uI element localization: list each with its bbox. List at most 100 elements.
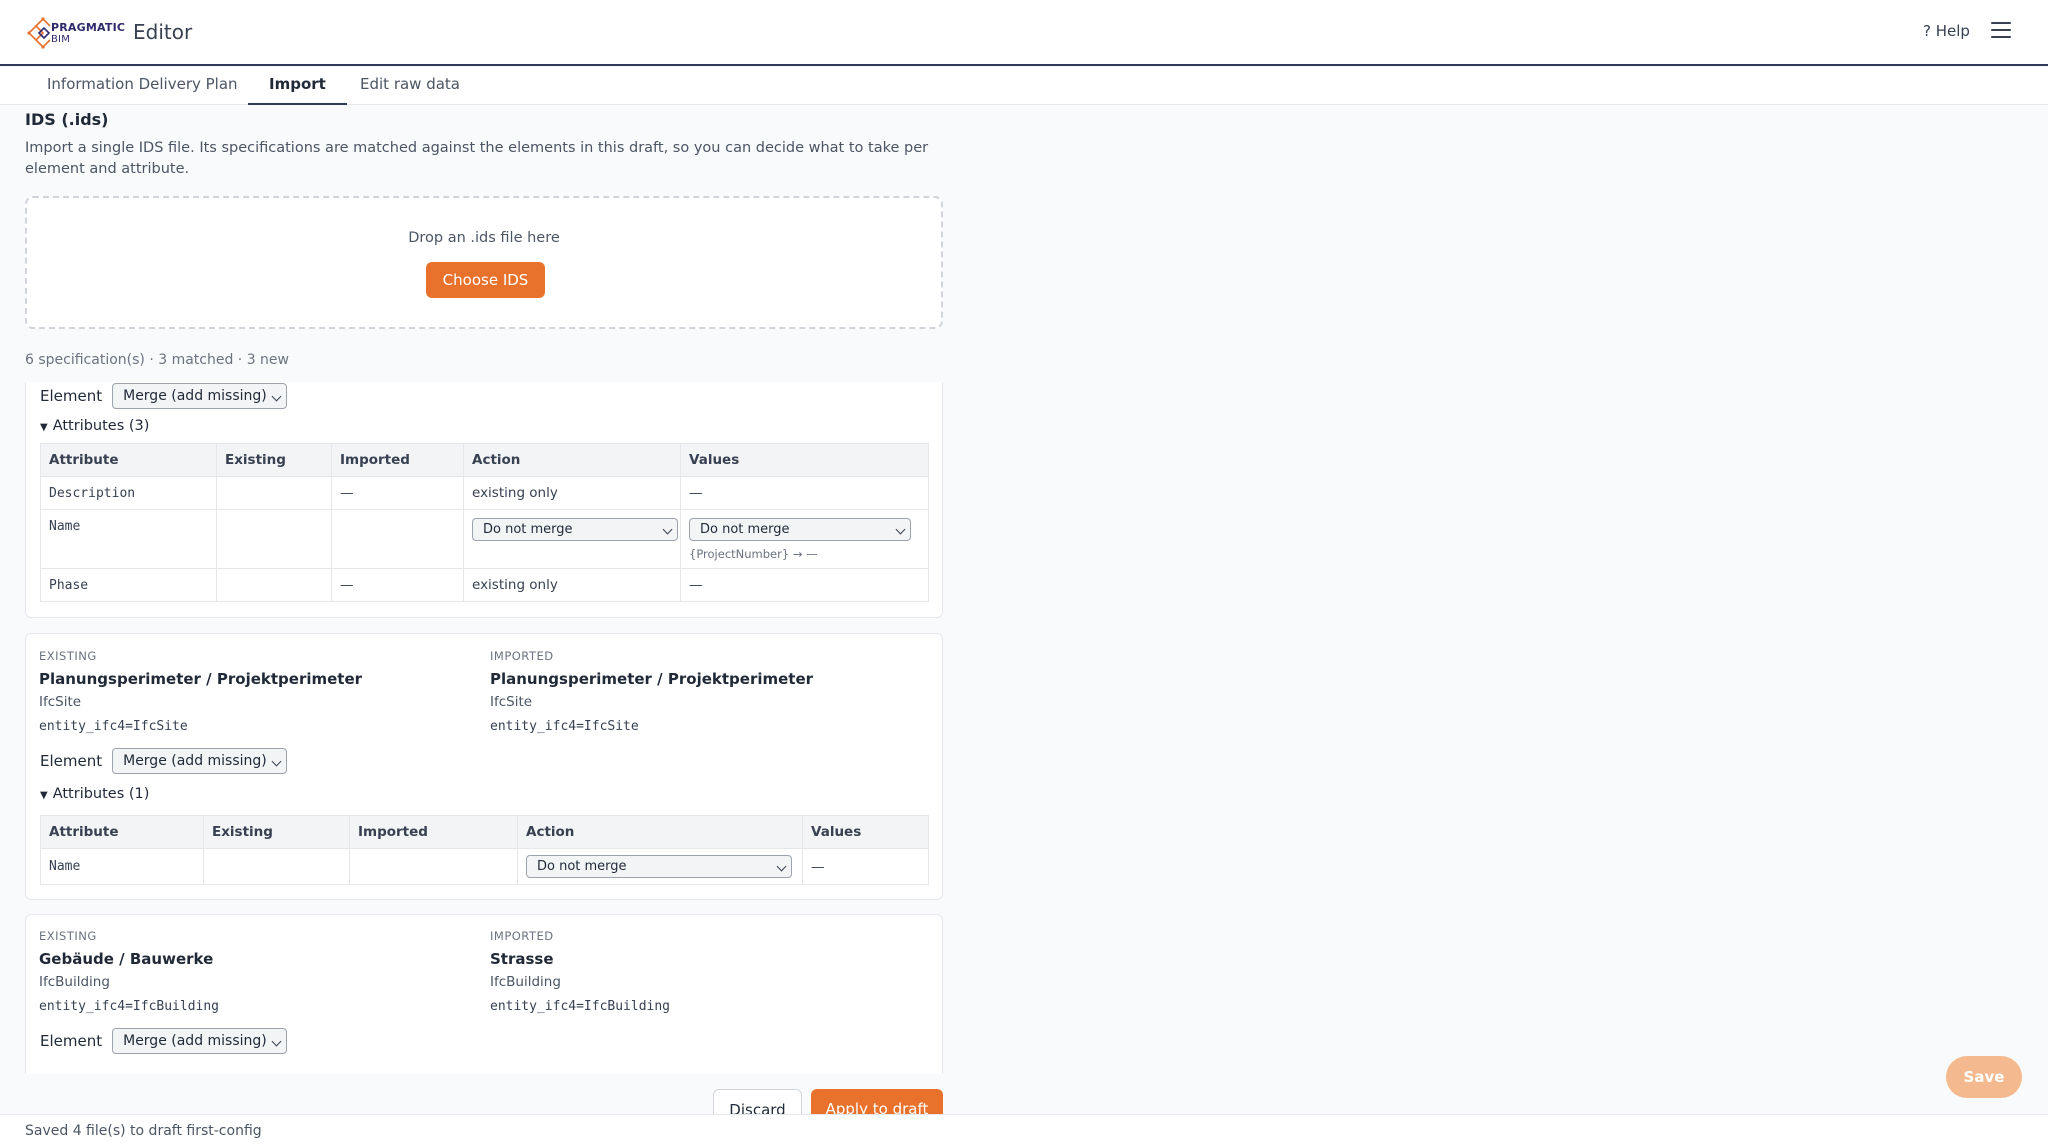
existing-cell [216,509,332,569]
attribute-cell: Phase [40,568,217,602]
imported-name: Planungsperimeter / Projektperimeter [490,670,814,688]
logo-line2: BIM [51,34,71,45]
existing-entity: entity_ifc4=IfcBuilding [39,999,220,1014]
ids-dropzone[interactable]: Drop an .ids file here Choose IDS [25,196,943,329]
choose-ids-button[interactable]: Choose IDS [426,262,545,298]
attribute-action-value: Do not merge [483,522,573,537]
col-attribute: Attribute [40,443,217,477]
specification-card: Element Merge (add missing) ▼ Attributes … [25,382,943,618]
logo-line1: PRAGMATIC [51,21,126,34]
imported-label: IMPORTED [490,929,554,943]
element-action-value: Merge (add missing) [123,1033,267,1049]
tab-import[interactable]: Import [248,67,347,105]
pragmatic-bim-logo[interactable]: PRAGMATIC BIM [25,16,125,50]
action-cell: existing only [463,476,681,510]
values-cell: Do not merge {ProjectNumber} → — [680,509,929,569]
action-cell: Do not merge [517,848,803,885]
existing-name: Gebäude / Bauwerke [39,950,214,968]
specification-card: EXISTING Planungsperimeter / Projektperi… [25,633,943,900]
triangle-down-icon: ▼ [40,790,48,801]
values-cell: — [802,848,929,885]
table-row: Name Do not merge — [40,848,929,885]
table-row: Phase — existing only — [40,568,929,602]
element-action-value: Merge (add missing) [123,388,267,404]
table-header-row: Attribute Existing Imported Action Value… [40,815,929,849]
attributes-toggle-label: Attributes (3) [52,418,150,434]
chevron-down-icon [895,524,906,535]
chevron-down-icon [271,1036,282,1047]
attribute-cell: Name [40,848,204,885]
logo-text: PRAGMATIC BIM [51,22,125,46]
element-action-value: Merge (add missing) [123,753,267,769]
chevron-down-icon [662,524,673,535]
existing-cell [216,476,332,510]
imported-cell: — [331,476,464,510]
existing-label: EXISTING [39,649,97,663]
existing-entity: entity_ifc4=IfcSite [39,719,188,734]
match-summary: 6 specification(s) · 3 matched · 3 new [25,352,289,368]
section-title: IDS (.ids) [25,110,109,129]
attribute-action-select[interactable]: Do not merge [526,855,792,878]
values-cell: — [680,476,929,510]
attributes-toggle[interactable]: ▼ Attributes (3) [40,418,149,434]
element-action-row: Element Merge (add missing) [40,383,288,409]
attributes-toggle[interactable]: ▼ Attributes (1) [40,786,149,802]
attribute-action-select[interactable]: Do not merge [472,518,678,541]
imported-label: IMPORTED [490,649,554,663]
section-description: Import a single IDS file. Its specificat… [25,140,929,177]
col-values: Values [802,815,929,849]
existing-type: IfcBuilding [39,974,110,990]
app-title: Editor [133,20,193,44]
chevron-down-icon [271,391,282,402]
tab-edit-raw-data[interactable]: Edit raw data [339,67,481,105]
attribute-cell: Name [40,509,217,569]
attribute-action-value: Do not merge [537,859,627,874]
element-action-select[interactable]: Merge (add missing) [112,383,288,409]
triangle-down-icon: ▼ [40,422,48,433]
imported-cell [331,509,464,569]
col-existing: Existing [203,815,350,849]
element-action-select[interactable]: Merge (add missing) [112,1028,288,1054]
hamburger-menu-icon[interactable] [1991,22,2013,42]
col-imported: Imported [331,443,464,477]
help-link[interactable]: ? Help [1923,22,1970,40]
col-action: Action [517,815,803,849]
attributes-toggle-label: Attributes (1) [52,786,150,802]
col-action: Action [463,443,681,477]
table-row: Description — existing only — [40,476,929,510]
existing-cell [203,848,350,885]
top-bar: PRAGMATIC BIM Editor ? Help [0,0,2048,66]
values-hint: {ProjectNumber} → — [689,547,818,561]
element-action-select[interactable]: Merge (add missing) [112,748,288,774]
table-header-row: Attribute Existing Imported Action Value… [40,443,929,477]
imported-cell: — [331,568,464,602]
attribute-cell: Description [40,476,217,510]
table-row: Name Do not merge Do not merge {ProjectN… [40,509,929,569]
element-action-row: Element Merge (add missing) [40,1028,288,1054]
dropzone-text: Drop an .ids file here [408,230,560,246]
col-existing: Existing [216,443,332,477]
col-imported: Imported [349,815,518,849]
specification-card: EXISTING Gebäude / Bauwerke IfcBuilding … [25,914,943,1074]
col-values: Values [680,443,929,477]
existing-type: IfcSite [39,694,82,710]
chevron-down-icon [776,861,787,872]
specification-list[interactable]: Element Merge (add missing) ▼ Attributes … [25,382,943,1074]
imported-entity: entity_ifc4=IfcBuilding [490,999,671,1014]
imported-name: Strasse [490,950,554,968]
status-text: Saved 4 file(s) to draft first-config [25,1123,262,1139]
existing-name: Planungsperimeter / Projektperimeter [39,670,363,688]
imported-entity: entity_ifc4=IfcSite [490,719,639,734]
imported-cell [349,848,518,885]
action-cell: Do not merge [463,509,681,569]
values-action-select[interactable]: Do not merge [689,518,911,541]
imported-type: IfcBuilding [490,974,561,990]
element-label: Element [40,387,103,405]
tab-information-delivery-plan[interactable]: Information Delivery Plan [26,67,259,105]
tab-bar: Information Delivery Plan Import Edit ra… [0,67,2048,105]
save-button[interactable]: Save [1946,1056,2022,1098]
attributes-table: Attribute Existing Imported Action Value… [40,443,929,602]
chevron-down-icon [271,756,282,767]
col-attribute: Attribute [40,815,204,849]
element-label: Element [40,752,103,770]
